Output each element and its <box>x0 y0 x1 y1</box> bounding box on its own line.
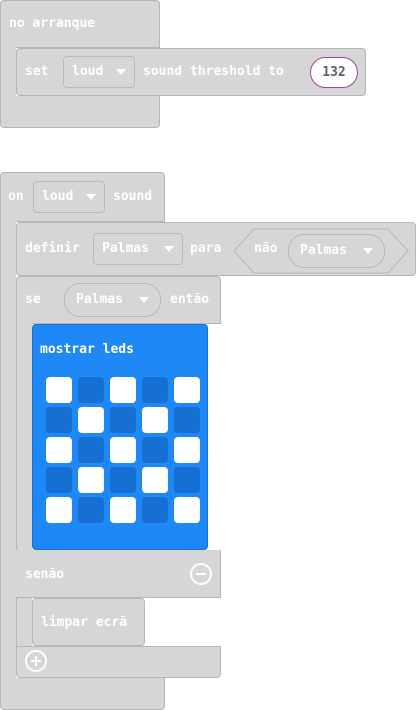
sound-threshold-label: sound threshold to <box>143 64 284 79</box>
led-cell[interactable] <box>142 377 168 403</box>
set-label: set <box>25 64 49 79</box>
on-sound-footer <box>0 678 165 710</box>
led-cell[interactable] <box>174 377 200 403</box>
led-cell[interactable] <box>110 377 136 403</box>
else-label: senão <box>25 567 65 582</box>
led-cell[interactable] <box>142 407 168 433</box>
not-label: não <box>254 241 278 256</box>
led-cell[interactable] <box>78 377 104 403</box>
not-variable-reporter[interactable]: Palmas <box>288 234 385 268</box>
led-cell[interactable] <box>174 437 200 463</box>
led-cell[interactable] <box>46 497 72 523</box>
condition-variable-value: Palmas <box>76 292 123 307</box>
clear-screen-label: limpar ecrã <box>41 615 128 630</box>
led-cell[interactable] <box>142 437 168 463</box>
threshold-value: 132 <box>322 65 346 80</box>
minus-circle-icon[interactable] <box>190 563 212 585</box>
chevron-down-icon <box>116 69 126 75</box>
on-sound-body <box>0 220 16 682</box>
on-sound-value: loud <box>42 189 74 204</box>
on-start-label: no arranque <box>9 16 96 31</box>
led-cell[interactable] <box>46 407 72 433</box>
led-cell[interactable] <box>78 437 104 463</box>
on-label: on <box>8 189 24 204</box>
led-cell[interactable] <box>110 497 136 523</box>
led-cell[interactable] <box>78 497 104 523</box>
then-label: então <box>170 292 210 307</box>
if-label: se <box>25 292 41 307</box>
sound-label: sound <box>113 189 153 204</box>
chevron-down-icon <box>363 248 373 254</box>
led-cell[interactable] <box>46 467 72 493</box>
threshold-number-input[interactable]: 132 <box>310 57 358 88</box>
led-cell[interactable] <box>174 497 200 523</box>
led-cell[interactable] <box>46 377 72 403</box>
sound-level-dropdown[interactable]: loud <box>63 56 135 88</box>
plus-circle-icon[interactable] <box>25 650 47 672</box>
on-sound-dropdown[interactable]: loud <box>33 181 105 213</box>
led-cell[interactable] <box>110 437 136 463</box>
led-cell[interactable] <box>46 437 72 463</box>
led-cell[interactable] <box>174 407 200 433</box>
led-cell[interactable] <box>110 407 136 433</box>
chevron-down-icon <box>139 297 149 303</box>
led-cell[interactable] <box>78 407 104 433</box>
if-block-arm <box>16 322 32 662</box>
led-cell[interactable] <box>142 467 168 493</box>
led-cell[interactable] <box>142 497 168 523</box>
condition-variable-reporter[interactable]: Palmas <box>64 283 161 317</box>
on-start-footer <box>0 96 160 128</box>
chevron-down-icon <box>86 194 96 200</box>
sound-level-value: loud <box>72 64 104 79</box>
set-variable-label: definir <box>25 241 80 256</box>
not-variable-value: Palmas <box>300 243 347 258</box>
led-cell[interactable] <box>78 467 104 493</box>
led-grid <box>46 377 202 525</box>
led-cell[interactable] <box>174 467 200 493</box>
chevron-down-icon <box>164 246 174 252</box>
to-label: para <box>190 241 222 256</box>
variable-value: Palmas <box>102 241 149 256</box>
variable-dropdown[interactable]: Palmas <box>93 233 183 265</box>
show-leds-label: mostrar leds <box>40 342 134 357</box>
led-cell[interactable] <box>110 467 136 493</box>
